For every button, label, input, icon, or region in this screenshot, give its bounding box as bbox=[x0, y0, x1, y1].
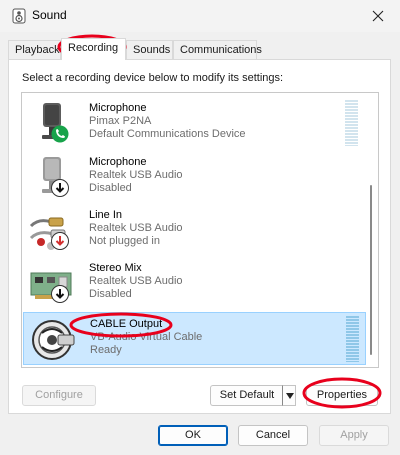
device-status: Disabled bbox=[89, 288, 132, 300]
down-arrow-badge-icon bbox=[51, 285, 69, 303]
tab-label: Communications bbox=[180, 44, 262, 56]
red-down-arrow-badge-icon bbox=[51, 232, 69, 250]
close-button[interactable] bbox=[364, 3, 392, 29]
virtual-cable-icon bbox=[32, 320, 75, 360]
speaker-icon bbox=[12, 8, 26, 24]
phone-badge-icon bbox=[51, 125, 69, 143]
device-driver: VB-Audio Virtual Cable bbox=[90, 331, 203, 343]
close-icon bbox=[372, 10, 384, 22]
device-name: Microphone bbox=[89, 156, 147, 168]
list-item-stereo-mix[interactable]: Stereo Mix Realtek USB Audio Disabled bbox=[23, 257, 366, 310]
device-name: Line In bbox=[89, 209, 123, 221]
cancel-button[interactable]: Cancel bbox=[238, 425, 308, 446]
ok-button[interactable]: OK bbox=[158, 425, 228, 446]
device-status: Ready bbox=[90, 344, 122, 356]
list-scrollbar[interactable] bbox=[366, 95, 376, 365]
title-bar: Sound bbox=[0, 0, 400, 32]
device-name: CABLE Output bbox=[90, 318, 163, 330]
device-driver: Realtek USB Audio bbox=[89, 275, 183, 287]
scrollbar-thumb[interactable] bbox=[370, 185, 372, 355]
device-list[interactable]: Microphone Pimax P2NA Default Communicat… bbox=[21, 92, 379, 368]
device-name: Stereo Mix bbox=[89, 262, 142, 274]
window-title: Sound bbox=[32, 8, 67, 22]
list-item-cable-output[interactable]: CABLE Output VB-Audio Virtual Cable Read… bbox=[23, 312, 366, 365]
list-item-microphone-realtek[interactable]: Microphone Realtek USB Audio Disabled bbox=[23, 151, 366, 204]
level-meter bbox=[345, 100, 358, 146]
set-default-button[interactable]: Set Default bbox=[210, 385, 283, 406]
tab-sounds[interactable]: Sounds bbox=[126, 40, 173, 59]
device-status: Default Communications Device bbox=[89, 128, 246, 140]
tab-label: Recording bbox=[68, 42, 119, 54]
tab-label: Sounds bbox=[133, 44, 171, 56]
list-item-microphone-pimax[interactable]: Microphone Pimax P2NA Default Communicat… bbox=[23, 97, 366, 150]
tab-playback[interactable]: Playback bbox=[8, 40, 61, 59]
tab-communications[interactable]: Communications bbox=[173, 40, 262, 59]
chevron-down-icon bbox=[286, 393, 294, 399]
tab-label: Playback bbox=[15, 44, 60, 56]
properties-button[interactable]: Properties bbox=[306, 385, 378, 406]
device-status: Not plugged in bbox=[89, 235, 160, 247]
configure-button[interactable]: Configure bbox=[22, 385, 96, 406]
level-meter bbox=[346, 316, 359, 362]
device-driver: Realtek USB Audio bbox=[89, 169, 183, 181]
tab-recording[interactable]: Recording bbox=[61, 38, 126, 60]
list-item-line-in[interactable]: Line In Realtek USB Audio Not plugged in bbox=[23, 204, 366, 257]
device-name: Microphone bbox=[89, 102, 147, 114]
device-driver: Pimax P2NA bbox=[89, 115, 152, 127]
down-arrow-badge-icon bbox=[51, 179, 69, 197]
apply-button[interactable]: Apply bbox=[319, 425, 389, 446]
device-status: Disabled bbox=[89, 182, 132, 194]
device-driver: Realtek USB Audio bbox=[89, 222, 183, 234]
set-default-dropdown[interactable] bbox=[282, 385, 296, 406]
instruction-text: Select a recording device below to modif… bbox=[22, 72, 284, 84]
